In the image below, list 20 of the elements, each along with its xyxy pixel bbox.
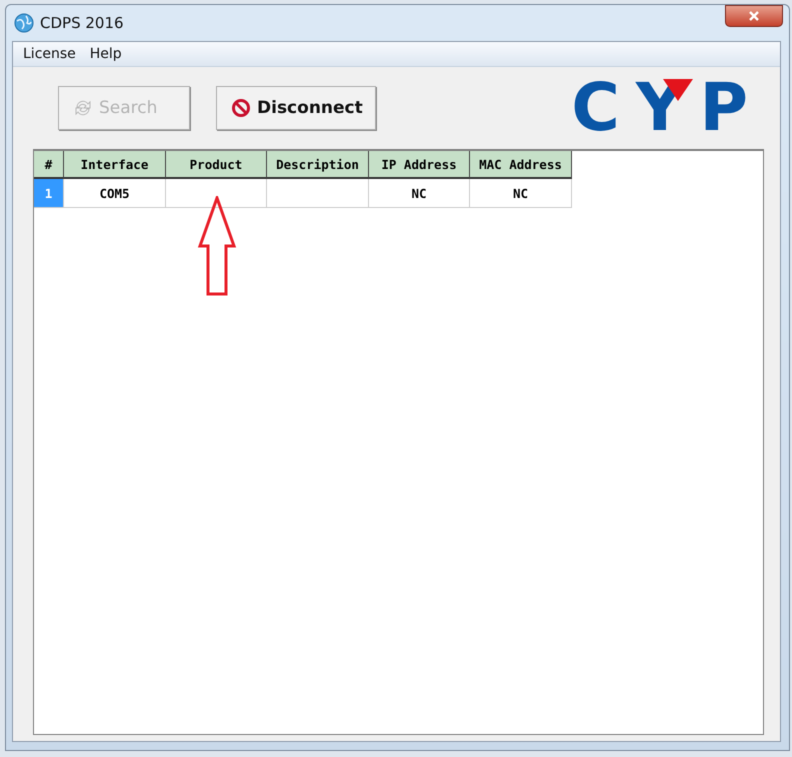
column-header[interactable]: Interface [64, 151, 166, 179]
globe-icon [14, 13, 34, 33]
menu-item[interactable]: Help [86, 46, 128, 62]
logo: CYP [570, 73, 765, 143]
prohibited-icon [231, 98, 251, 118]
refresh-icon [73, 98, 93, 118]
column-header[interactable]: # [34, 151, 64, 179]
menu-item[interactable]: License [19, 46, 82, 62]
column-header[interactable]: Product [166, 151, 267, 179]
column-header[interactable]: MAC Address [470, 151, 572, 179]
column-header[interactable]: IP Address [369, 151, 470, 179]
row-number: 1 [34, 179, 64, 208]
window-title: CDPS 2016 [40, 14, 124, 32]
table-cell: NC [470, 179, 572, 208]
table-cell: COM5 [64, 179, 166, 208]
close-icon [748, 10, 760, 22]
disconnect-button[interactable]: Disconnect [216, 86, 376, 130]
table-cell: NC [369, 179, 470, 208]
column-header[interactable]: Description [267, 151, 369, 179]
close-button[interactable] [725, 5, 783, 27]
